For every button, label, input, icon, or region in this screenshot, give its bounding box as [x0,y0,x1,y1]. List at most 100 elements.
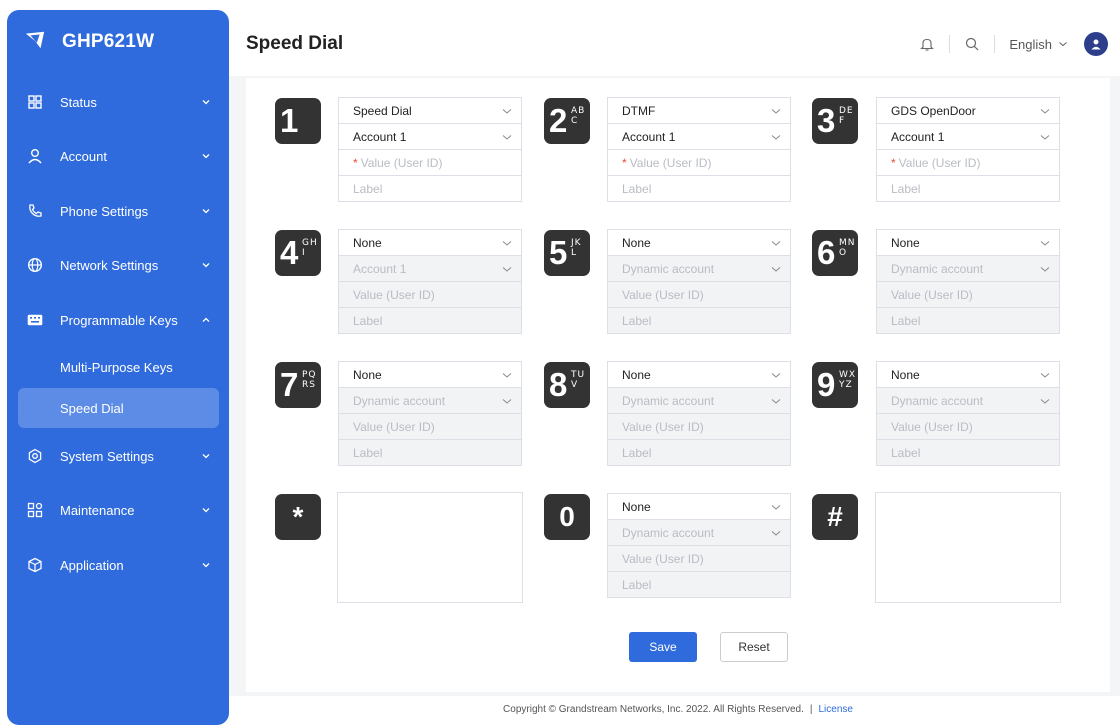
sidebar-item-maintenance[interactable]: Maintenance [7,490,229,530]
bell-icon[interactable] [919,36,935,52]
account-value: Account 1 [353,129,407,144]
value-input: Value (User ID) [607,545,791,572]
label-input[interactable]: Label [338,175,522,202]
account-select[interactable]: Account 1 [607,123,791,150]
sidebar-item-phone-settings[interactable]: Phone Settings [7,191,229,231]
account-select: Dynamic account [338,387,522,414]
label-input[interactable]: Label [876,175,1060,202]
sidebar-item-label: Application [60,557,124,573]
chevron-down-icon [202,209,210,214]
key-9-fields: None Dynamic account Value (User ID) Lab… [876,361,1060,466]
divider [949,35,951,53]
key-letters: MN O [839,238,856,258]
chevron-down-icon [1040,135,1050,140]
account-value: Dynamic account [622,393,715,408]
sidebar-item-label: System Settings [60,448,154,464]
sidebar-subitem-speed-dial[interactable]: Speed Dial [18,388,219,428]
chevron-down-icon [502,109,512,114]
label-placeholder: Label [353,313,383,328]
dial-key-5: 5 JK L [544,230,590,276]
label-placeholder: Label [622,577,652,592]
key-digit: 2 [549,102,568,139]
chevron-down-icon [202,563,210,568]
sidebar-item-status[interactable]: Status [7,82,229,122]
dial-key-6: 6 MN O [812,230,858,276]
account-select: Dynamic account [607,519,791,546]
chevron-down-icon [771,267,781,272]
value-placeholder: Value (User ID) [360,155,443,170]
value-placeholder: Value (User ID) [898,155,981,170]
sidebar-subitem-label: Speed Dial [60,400,124,416]
value-input: Value (User ID) [876,281,1060,308]
dial-key-1: 1 [275,98,321,144]
value-input: Value (User ID) [338,413,522,440]
chevron-down-icon [502,267,512,272]
account-select: Account 1 [338,255,522,282]
sidebar-item-programmable-keys[interactable]: Programmable Keys [7,300,229,340]
chevron-down-icon [771,241,781,246]
chevron-down-icon [502,399,512,404]
key-2-fields: DTMF Account 1 * Value (User ID) Label [607,97,791,202]
chevron-down-icon [502,135,512,140]
mode-select[interactable]: None [607,229,791,256]
mode-select[interactable]: DTMF [607,97,791,124]
value-input[interactable]: * Value (User ID) [607,149,791,176]
footer-separator: | [809,704,813,715]
value-input[interactable]: * Value (User ID) [876,149,1060,176]
language-select[interactable]: English [1009,37,1068,52]
chevron-down-icon [202,454,210,459]
sidebar-item-label: Phone Settings [60,203,149,219]
key-digit: 9 [817,366,836,403]
sidebar-item-label: Maintenance [60,502,135,518]
product-name: GHP621W [62,31,155,52]
key-letters: WX YZ [839,370,857,390]
license-link[interactable]: License [818,704,852,715]
dial-key-7: 7 PQ RS [275,362,321,408]
label-placeholder: Label [891,313,921,328]
mode-select[interactable]: None [338,229,522,256]
avatar[interactable] [1084,32,1108,56]
mode-select[interactable]: GDS OpenDoor [876,97,1060,124]
mode-select[interactable]: Speed Dial [338,97,522,124]
search-icon[interactable] [964,36,980,52]
label-placeholder: Label [622,445,652,460]
value-input[interactable]: * Value (User ID) [338,149,522,176]
sidebar: GHP621W Status Account Phone Settings Ne… [7,10,229,725]
account-select[interactable]: Account 1 [876,123,1060,150]
sidebar-item-application[interactable]: Application [7,545,229,585]
account-value: Account 1 [353,261,407,276]
chevron-down-icon [771,531,781,536]
chevron-down-icon [502,373,512,378]
key-1-fields: Speed Dial Account 1 * Value (User ID) La… [338,97,522,202]
mode-value: GDS OpenDoor [891,103,976,118]
value-input: Value (User ID) [338,281,522,308]
key-8-fields: None Dynamic account Value (User ID) Lab… [607,361,791,466]
value-input: Value (User ID) [607,413,791,440]
mode-select[interactable]: None [338,361,522,388]
sidebar-item-network-settings[interactable]: Network Settings [7,245,229,285]
account-value: Dynamic account [622,261,715,276]
sidebar-item-system-settings[interactable]: System Settings [7,436,229,476]
key-digit: 3 [817,102,836,139]
chevron-down-icon [1040,241,1050,246]
mode-select[interactable]: None [607,493,791,520]
label-input[interactable]: Label [607,175,791,202]
save-button[interactable]: Save [629,632,697,662]
key-digit: 8 [549,366,568,403]
globe-icon [26,256,44,274]
sidebar-item-account[interactable]: Account [7,136,229,176]
account-select: Dynamic account [876,387,1060,414]
chevron-down-icon [1059,42,1067,47]
reset-button[interactable]: Reset [720,632,788,662]
label-placeholder: Label [353,181,383,196]
gear-icon [26,447,44,465]
mode-select[interactable]: None [607,361,791,388]
key-star-empty-box [337,492,523,603]
sidebar-subitem-multi-purpose-keys[interactable]: Multi-Purpose Keys [18,347,219,387]
account-select[interactable]: Account 1 [338,123,522,150]
required-marker: * [891,155,896,170]
mode-select[interactable]: None [876,229,1060,256]
key-letters: AB C [571,106,586,126]
key-letters: JK L [571,238,582,258]
mode-select[interactable]: None [876,361,1060,388]
